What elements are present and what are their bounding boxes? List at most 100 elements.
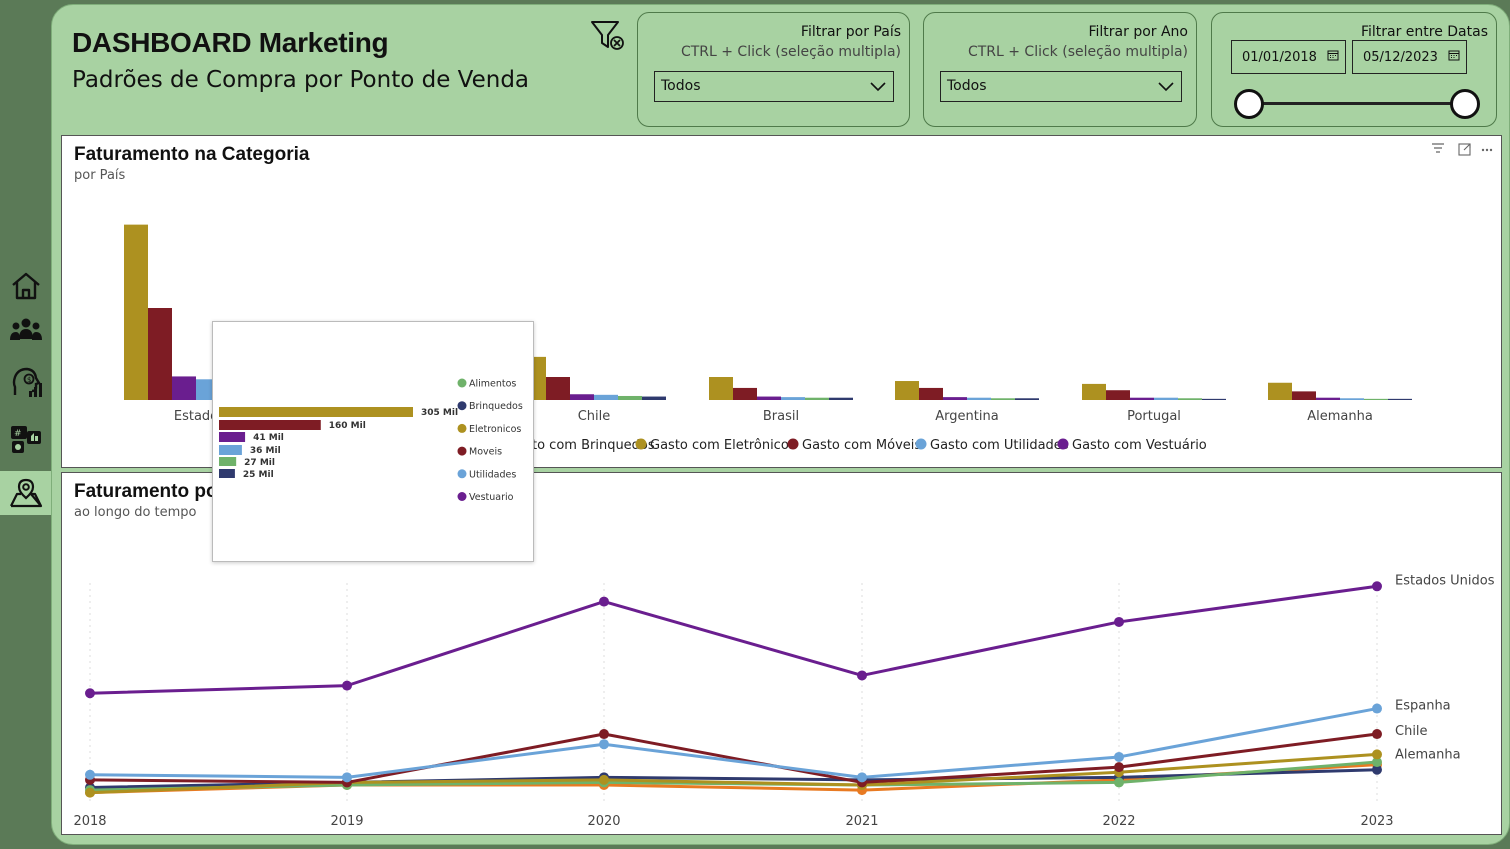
clear-filters-button[interactable] bbox=[590, 19, 630, 53]
line-point bbox=[1114, 777, 1124, 788]
filter-pais-dropdown[interactable]: Todos bbox=[654, 71, 894, 102]
series-label: Chile bbox=[1395, 724, 1428, 739]
home-icon bbox=[12, 272, 40, 300]
chevron-down-icon bbox=[1158, 82, 1174, 92]
tooltip-legend-marker bbox=[457, 423, 467, 433]
line-series bbox=[89, 584, 1378, 695]
page-title: DASHBOARD Marketing bbox=[72, 27, 389, 58]
bar-eletronicos bbox=[124, 224, 148, 400]
tooltip-legend-marker bbox=[457, 446, 467, 456]
bar-category-label: Argentina bbox=[935, 409, 998, 424]
filter-datas-title: Filtrar entre Datas bbox=[1360, 24, 1488, 40]
line-point bbox=[857, 772, 867, 783]
tooltip-bar-alimentos bbox=[219, 457, 237, 466]
svg-text:#: # bbox=[14, 429, 22, 439]
line-point bbox=[1372, 729, 1382, 740]
bar-eletronicos bbox=[1082, 383, 1106, 400]
chevron-down-icon bbox=[870, 82, 886, 92]
tooltip-bar-brinquedos bbox=[219, 469, 235, 478]
date-slider-track[interactable] bbox=[1248, 102, 1464, 105]
bar-utilidades bbox=[967, 397, 991, 400]
bar-eletronicos bbox=[895, 381, 919, 400]
bar-brinquedos bbox=[829, 397, 853, 400]
bar-moveis bbox=[148, 308, 172, 400]
bar-moveis bbox=[733, 387, 757, 400]
date-start-input[interactable]: 01/01/2018 bbox=[1231, 40, 1346, 74]
date-slider-end-handle[interactable] bbox=[1450, 89, 1480, 119]
tooltip-legend-label: Moveis bbox=[469, 447, 502, 458]
filter-ano-hint: CTRL + Click (seleção multipla) bbox=[967, 44, 1188, 60]
line-point bbox=[599, 774, 609, 785]
bar-alimentos bbox=[1178, 398, 1202, 400]
line-point bbox=[599, 739, 609, 750]
series-label: Espanha bbox=[1395, 699, 1451, 714]
nav-people-button[interactable] bbox=[0, 308, 52, 352]
date-slider-start-handle[interactable] bbox=[1234, 89, 1264, 119]
tooltip-bar-label: 25 Mil bbox=[243, 470, 274, 480]
line-point bbox=[85, 769, 95, 780]
bar-brinquedos bbox=[1015, 398, 1039, 400]
bar-moveis bbox=[546, 377, 570, 400]
map-location-icon bbox=[10, 478, 43, 508]
line-point bbox=[342, 680, 352, 691]
x-tick-label: 2023 bbox=[1360, 814, 1393, 829]
tooltip-legend-marker bbox=[457, 401, 467, 411]
bar-utilidades bbox=[1154, 397, 1178, 400]
filter-pais-hint: CTRL + Click (seleção multipla) bbox=[680, 44, 901, 60]
legend-label: Gasto com Vestuário bbox=[1072, 438, 1207, 453]
nav-social-media-button[interactable]: # bbox=[0, 418, 52, 462]
tooltip-legend-marker bbox=[457, 469, 467, 479]
line-point bbox=[1372, 749, 1382, 760]
bar-utilidades bbox=[1340, 398, 1364, 400]
bar-alimentos bbox=[805, 397, 829, 400]
nav-home-button[interactable] bbox=[0, 264, 52, 308]
tooltip-legend-label: Alimentos bbox=[469, 379, 516, 390]
line-point bbox=[85, 787, 95, 798]
bar-moveis bbox=[1106, 390, 1130, 400]
x-tick-label: 2019 bbox=[330, 814, 363, 829]
bar-eletronicos bbox=[1268, 382, 1292, 400]
legend-marker bbox=[787, 438, 799, 450]
x-tick-label: 2018 bbox=[73, 814, 106, 829]
bar-moveis bbox=[1292, 391, 1316, 400]
filter-pais-card: Filtrar por País CTRL + Click (seleção m… bbox=[637, 12, 910, 127]
nav-customer-analysis-button[interactable]: $ bbox=[0, 360, 52, 404]
tooltip-bar-moveis bbox=[219, 420, 321, 430]
bar-brinquedos bbox=[642, 396, 666, 400]
customer-analysis-icon: $ bbox=[12, 367, 42, 397]
bar-vestuario bbox=[943, 397, 967, 400]
tooltip-legend-marker bbox=[457, 378, 467, 388]
line-point bbox=[1114, 616, 1124, 627]
tooltip-bar-label: 36 Mil bbox=[250, 446, 281, 456]
legend-label: Gasto com Utilidades bbox=[930, 438, 1069, 453]
legend-marker bbox=[1057, 438, 1069, 450]
filter-ano-card: Filtrar por Ano CTRL + Click (seleção mu… bbox=[923, 12, 1197, 127]
bar-brinquedos bbox=[1202, 398, 1226, 400]
bar-category-label: Portugal bbox=[1127, 409, 1181, 424]
bar-vestuario bbox=[757, 396, 781, 400]
legend-label: Gasto com Eletrônicos bbox=[650, 438, 796, 453]
line-point bbox=[1372, 581, 1382, 592]
series-label: Alemanha bbox=[1395, 747, 1461, 762]
legend-marker bbox=[915, 438, 927, 450]
line-point bbox=[1114, 751, 1124, 762]
x-tick-label: 2021 bbox=[845, 814, 878, 829]
bar-vestuario bbox=[172, 376, 196, 400]
tooltip-legend-label: Eletronicos bbox=[469, 424, 521, 435]
tooltip-bar-label: 305 Mil bbox=[421, 408, 458, 418]
date-start-value: 01/01/2018 bbox=[1242, 50, 1317, 65]
date-end-input[interactable]: 05/12/2023 bbox=[1352, 40, 1467, 74]
tooltip-bar-label: 27 Mil bbox=[244, 458, 275, 468]
tooltip-bar-utilidades bbox=[219, 445, 242, 455]
bar-vestuario bbox=[1130, 397, 1154, 400]
calendar-icon bbox=[1448, 50, 1460, 61]
bar-category-label: Alemanha bbox=[1307, 409, 1373, 424]
tooltip-legend-label: Vestuario bbox=[469, 492, 514, 503]
filter-ano-dropdown[interactable]: Todos bbox=[940, 71, 1182, 102]
people-icon bbox=[10, 318, 42, 340]
calendar-icon bbox=[1327, 50, 1339, 61]
line-point bbox=[599, 729, 609, 740]
bar-brinquedos bbox=[1388, 398, 1412, 400]
bar-eletronicos bbox=[709, 377, 733, 400]
nav-map-button[interactable] bbox=[0, 471, 52, 515]
